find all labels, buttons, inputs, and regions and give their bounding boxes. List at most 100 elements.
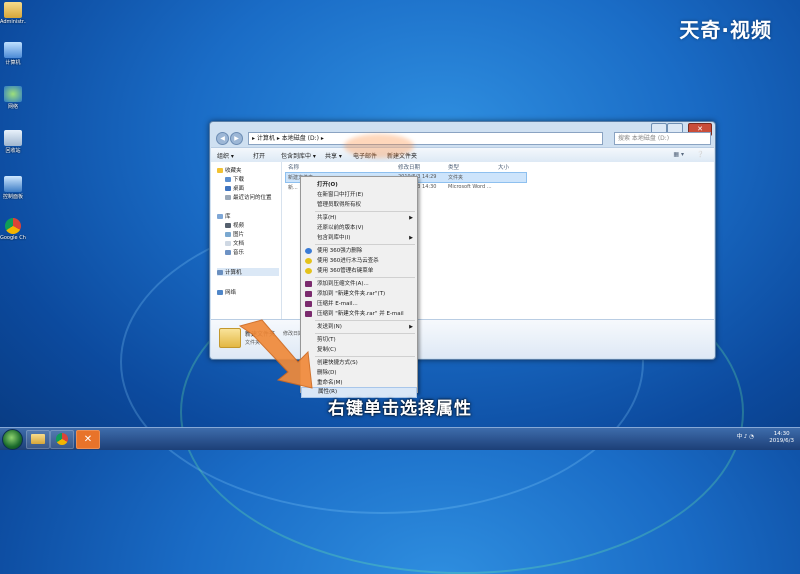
nav-videos[interactable]: 视频 xyxy=(225,221,244,229)
pictures-icon xyxy=(225,232,231,237)
downloads-icon xyxy=(225,177,231,182)
taskbar-app-button[interactable]: ✕ xyxy=(76,430,100,449)
menu-item-include-library[interactable]: 包含到库中(I) ▶ xyxy=(301,233,417,243)
winrar-icon xyxy=(305,291,312,297)
menu-item-add-archive[interactable]: 添加到压缩文件(A)... xyxy=(301,279,417,289)
navigation-pane: 收藏夹 下载 桌面 最近访问的位置 库 视频 图片 文档 音乐 计算机 网络 xyxy=(211,162,282,319)
clock[interactable]: 14:30 2019/6/3 xyxy=(769,431,794,445)
watermark-logo: 天奇·视频 xyxy=(679,18,772,42)
winrar-icon xyxy=(305,311,312,317)
submenu-arrow-icon: ▶ xyxy=(409,324,413,330)
system-tray[interactable]: 中 ♪ ◔ xyxy=(737,432,754,440)
network-icon xyxy=(217,290,223,295)
menu-item-open-new-window[interactable]: 在新窗口中打开(E) xyxy=(301,190,417,200)
desktop-icon-control-panel[interactable]: 控制面板 xyxy=(0,176,26,200)
command-bar: 组织 ▾ 打开 包含到库中 ▾ 共享 ▾ 电子邮件 新建文件夹 ▦ ▾ ❔ xyxy=(211,147,714,163)
menu-item-create-shortcut[interactable]: 创建快捷方式(S) xyxy=(301,358,417,368)
menu-item-restore-versions[interactable]: 还原以前的版本(V) xyxy=(301,223,417,233)
winrar-icon xyxy=(305,281,312,287)
nav-pictures[interactable]: 图片 xyxy=(225,230,244,238)
taskbar: ✕ 中 ♪ ◔ 14:30 2019/6/3 xyxy=(0,427,800,450)
menu-item-compress-rar-email[interactable]: 压缩到 "新建文件夹.rar" 并 E-mail xyxy=(301,309,417,319)
nav-recent[interactable]: 最近访问的位置 xyxy=(225,193,272,201)
column-header-name[interactable]: 名称 xyxy=(288,163,299,171)
computer-icon xyxy=(217,270,223,275)
nav-documents[interactable]: 文档 xyxy=(225,239,244,247)
context-menu: 打开(O) 在新窗口中打开(E) 管理员取得所有权 共享(H) ▶ 还原以前的版本… xyxy=(300,176,418,398)
desktop-icon-user-folder[interactable]: Administr... xyxy=(0,2,26,25)
file-type: 文件夹 xyxy=(448,175,464,181)
folder-icon xyxy=(31,434,45,444)
menu-item-delete[interactable]: 删除(D) xyxy=(301,368,417,378)
menu-item-360-scan[interactable]: 使用 360进行木马云查杀 xyxy=(301,256,417,266)
menu-item-360-manage[interactable]: 使用 360管理右键菜单 xyxy=(301,266,417,276)
desktop-icon-computer[interactable]: 计算机 xyxy=(0,42,26,66)
submenu-arrow-icon: ▶ xyxy=(409,215,413,221)
share-button[interactable]: 共享 ▾ xyxy=(325,151,342,160)
column-header-size[interactable]: 大小 xyxy=(498,163,509,171)
menu-separator xyxy=(315,320,415,321)
desktop-icon-chrome[interactable]: Google Chrome xyxy=(0,218,26,241)
nav-libraries[interactable]: 库 xyxy=(217,212,231,220)
network-icon xyxy=(4,86,22,102)
search-input[interactable]: 搜索 本地磁盘 (D:) xyxy=(614,132,711,145)
360-icon xyxy=(305,268,312,274)
menu-item-360-delete[interactable]: 使用 360强力删除 xyxy=(301,246,417,256)
desktop-icon-recycle-bin[interactable]: 回收站 xyxy=(0,130,26,154)
explorer-content: 收藏夹 下载 桌面 最近访问的位置 库 视频 图片 文档 音乐 计算机 网络 名… xyxy=(211,162,714,319)
menu-item-add-rar[interactable]: 添加到 "新建文件夹.rar"(T) xyxy=(301,289,417,299)
file-name[interactable]: 新... xyxy=(288,184,298,191)
menu-separator xyxy=(315,277,415,278)
menu-separator xyxy=(315,356,415,357)
forward-button[interactable]: ▶ xyxy=(230,132,243,145)
orange-arrow-icon xyxy=(238,319,313,389)
nav-desktop[interactable]: 桌面 xyxy=(225,184,244,192)
winrar-icon xyxy=(305,301,312,307)
nav-music[interactable]: 音乐 xyxy=(225,248,244,256)
address-row: ◀ ▶ ▸ 计算机 ▸ 本地磁盘 (D:) ▸ 搜索 本地磁盘 (D:) xyxy=(214,131,711,145)
organize-button[interactable]: 组织 ▾ xyxy=(217,151,234,160)
recycle-bin-icon xyxy=(4,130,22,146)
nav-downloads[interactable]: 下载 xyxy=(225,175,244,183)
menu-item-copy[interactable]: 复制(C) xyxy=(301,345,417,355)
address-bar[interactable]: ▸ 计算机 ▸ 本地磁盘 (D:) ▸ xyxy=(248,132,603,145)
folder-icon xyxy=(4,2,22,18)
menu-separator xyxy=(315,244,415,245)
chrome-icon xyxy=(56,433,68,445)
chrome-icon xyxy=(5,218,21,234)
help-icon[interactable]: ❔ xyxy=(697,151,704,158)
open-button[interactable]: 打开 xyxy=(253,151,265,160)
menu-separator xyxy=(315,211,415,212)
computer-icon xyxy=(4,42,22,58)
menu-item-compress-email[interactable]: 压缩并 E-mail... xyxy=(301,299,417,309)
x-app-icon: ✕ xyxy=(83,434,93,445)
library-icon xyxy=(217,214,223,219)
column-header-date[interactable]: 修改日期 xyxy=(398,163,420,171)
desktop-icon xyxy=(225,186,231,191)
back-button[interactable]: ◀ xyxy=(216,132,229,145)
taskbar-chrome-button[interactable] xyxy=(50,430,74,449)
focus-highlight xyxy=(344,134,414,158)
menu-item-share[interactable]: 共享(H) ▶ xyxy=(301,213,417,223)
nav-network[interactable]: 网络 xyxy=(217,288,236,296)
nav-favorites[interactable]: 收藏夹 xyxy=(217,166,242,174)
menu-item-take-ownership[interactable]: 管理员取得所有权 xyxy=(301,200,417,210)
nav-computer[interactable]: 计算机 xyxy=(217,268,279,276)
documents-icon xyxy=(225,241,231,246)
menu-item-cut[interactable]: 剪切(T) xyxy=(301,335,417,345)
music-icon xyxy=(225,250,231,255)
menu-separator xyxy=(315,333,415,334)
subtitle-caption: 右键单击选择属性 xyxy=(328,399,472,419)
star-icon xyxy=(217,168,223,173)
360-icon xyxy=(305,258,312,264)
column-header-type[interactable]: 类型 xyxy=(448,163,459,171)
include-in-library-button[interactable]: 包含到库中 ▾ xyxy=(281,151,316,160)
menu-item-open[interactable]: 打开(O) xyxy=(301,180,417,190)
submenu-arrow-icon: ▶ xyxy=(409,235,413,241)
view-options-icon[interactable]: ▦ ▾ xyxy=(673,151,684,158)
taskbar-explorer-button[interactable] xyxy=(26,430,50,449)
menu-item-send-to[interactable]: 发送到(N) ▶ xyxy=(301,322,417,332)
start-button[interactable] xyxy=(2,429,23,450)
video-icon xyxy=(225,223,231,228)
desktop-icon-network[interactable]: 网络 xyxy=(0,86,26,110)
